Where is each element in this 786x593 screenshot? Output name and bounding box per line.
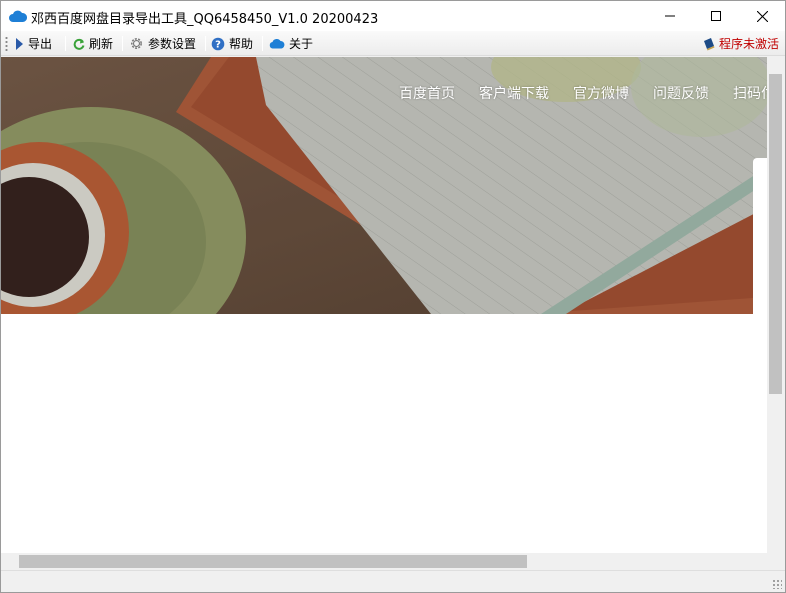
help-icon: ? <box>211 37 225 50</box>
nav-scan-code[interactable]: 扫码付 <box>733 83 767 103</box>
help-label: 帮助 <box>229 37 254 51</box>
activation-label: 程序未激活 <box>718 37 779 51</box>
status-bar <box>1 570 785 592</box>
book-icon <box>703 37 715 50</box>
scrollbar-corner <box>767 553 785 570</box>
toolbar-separator <box>262 36 263 51</box>
close-icon <box>756 10 768 22</box>
horizontal-scroll-thumb[interactable] <box>19 555 527 568</box>
nav-feedback[interactable]: 问题反馈 <box>653 83 709 103</box>
maximize-button[interactable] <box>693 1 739 31</box>
toolbar-separator <box>205 36 206 51</box>
export-button[interactable]: 导出 <box>15 33 52 54</box>
about-label: 关于 <box>289 37 314 51</box>
svg-text:?: ? <box>215 39 221 50</box>
toolbar-separator <box>122 36 123 51</box>
minimize-button[interactable] <box>647 1 693 31</box>
settings-button[interactable]: 参数设置 <box>129 33 196 54</box>
minimize-icon <box>665 15 675 17</box>
app-cloud-icon <box>9 9 28 23</box>
settings-label: 参数设置 <box>148 37 197 51</box>
toolbar: 导出 刷新 参数设置 ? 帮助 关于 程序未激活 <box>1 31 785 56</box>
site-nav: 百度首页 客户端下载 官方微博 问题反馈 扫码付 <box>399 83 767 103</box>
play-arrow-icon <box>16 37 23 50</box>
gear-icon <box>131 38 142 49</box>
refresh-label: 刷新 <box>89 37 114 51</box>
vertical-scrollbar[interactable] <box>767 57 785 553</box>
about-button[interactable]: 关于 <box>269 33 313 54</box>
title-bar: 邓西百度网盘目录导出工具_QQ6458450_V1.0 20200423 <box>1 1 785 31</box>
vertical-scroll-thumb[interactable] <box>769 74 782 394</box>
nav-client-download[interactable]: 客户端下载 <box>479 83 549 103</box>
browser-content[interactable]: 百度首页 客户端下载 官方微博 问题反馈 扫码付 <box>1 57 767 553</box>
hero-banner: 百度首页 客户端下载 官方微博 问题反馈 扫码付 <box>1 57 767 314</box>
close-button[interactable] <box>739 1 785 31</box>
nav-baidu-home[interactable]: 百度首页 <box>399 83 455 103</box>
resize-grip-icon[interactable] <box>772 579 782 589</box>
export-label: 导出 <box>28 37 53 51</box>
window-title: 邓西百度网盘目录导出工具_QQ6458450_V1.0 20200423 <box>31 12 379 27</box>
cloud-icon <box>269 38 285 49</box>
help-button[interactable]: ? 帮助 <box>211 33 253 54</box>
refresh-icon <box>73 38 85 50</box>
toolbar-separator <box>65 36 66 51</box>
toolbar-grip[interactable] <box>5 36 8 52</box>
content-panel-edge <box>753 158 767 553</box>
refresh-button[interactable]: 刷新 <box>73 33 113 54</box>
horizontal-scrollbar[interactable] <box>1 553 767 570</box>
activation-status[interactable]: 程序未激活 <box>702 33 779 54</box>
maximize-icon <box>711 11 721 21</box>
nav-official-weibo[interactable]: 官方微博 <box>573 83 629 103</box>
app-window: 邓西百度网盘目录导出工具_QQ6458450_V1.0 20200423 导出 … <box>0 0 786 593</box>
